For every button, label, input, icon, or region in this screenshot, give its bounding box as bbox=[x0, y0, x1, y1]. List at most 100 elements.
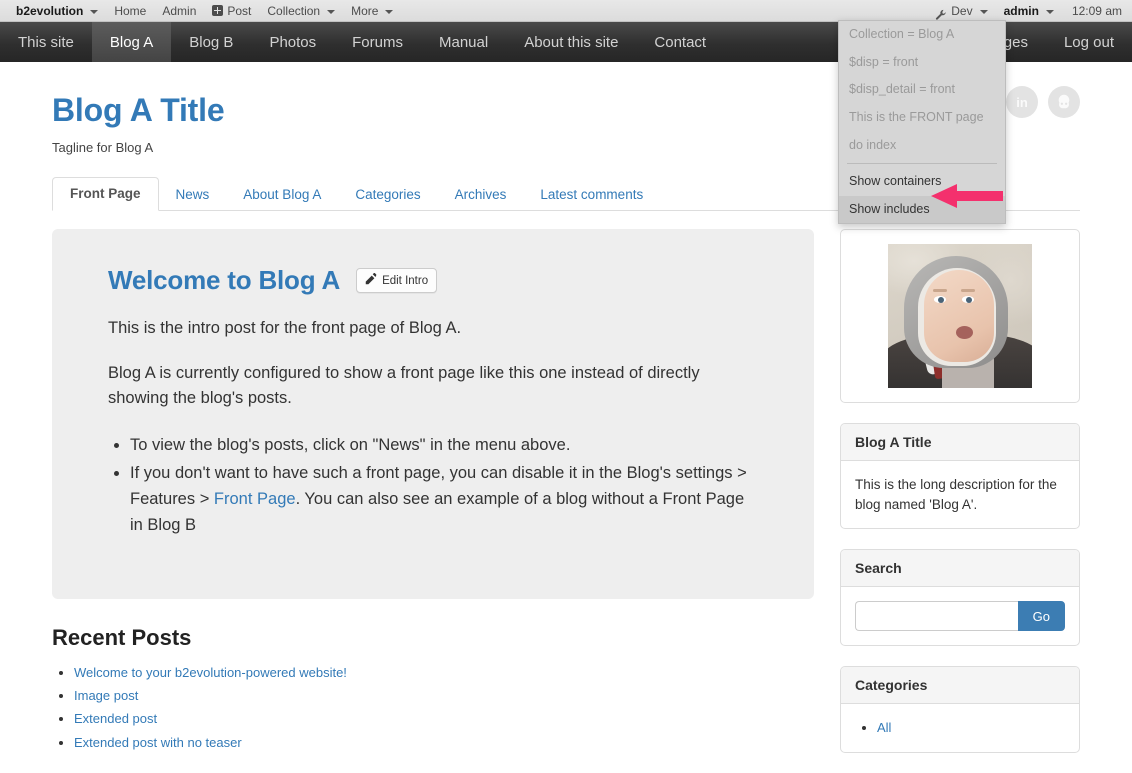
widget-categories: Categories All bbox=[840, 666, 1080, 754]
list-item: To view the blog's posts, click on "News… bbox=[130, 432, 758, 458]
nav-item-contact[interactable]: Contact bbox=[636, 22, 724, 62]
recent-post-link-4[interactable]: Extended post with no teaser bbox=[74, 735, 242, 750]
nav-item-this-site-label: This site bbox=[18, 33, 74, 51]
evobar-item-dev[interactable]: Dev bbox=[927, 0, 995, 22]
tab-archives-label: Archives bbox=[454, 186, 507, 202]
sidebar: Blog A Title This is the long descriptio… bbox=[840, 229, 1080, 773]
widget-description-title: Blog A Title bbox=[841, 424, 1079, 461]
nav-item-this-site[interactable]: This site bbox=[0, 22, 92, 62]
search-row: Go bbox=[855, 601, 1065, 632]
tab-latest-comments-label: Latest comments bbox=[540, 186, 644, 202]
widget-description-text: This is the long description for the blo… bbox=[855, 477, 1057, 512]
evobar-item-collection[interactable]: Collection bbox=[259, 0, 343, 22]
tab-news[interactable]: News bbox=[159, 179, 227, 211]
search-go-button[interactable]: Go bbox=[1017, 601, 1065, 632]
content-columns: Welcome to Blog A Edit Intro This is the… bbox=[0, 229, 1132, 773]
evobar-item-home[interactable]: Home bbox=[106, 0, 154, 22]
nav-item-contact-label: Contact bbox=[654, 33, 707, 51]
nav-item-about-this-site[interactable]: About this site bbox=[506, 22, 636, 62]
widget-search-body: Go bbox=[841, 587, 1079, 645]
edit-intro-button[interactable]: Edit Intro bbox=[356, 268, 438, 293]
chevron-down-icon bbox=[327, 9, 336, 14]
front-page-link[interactable]: Front Page bbox=[214, 490, 296, 508]
tab-categories[interactable]: Categories bbox=[338, 179, 437, 211]
search-input[interactable] bbox=[855, 601, 1018, 632]
tab-front-page-label: Front Page bbox=[70, 185, 141, 201]
nav-item-manual-label: Manual bbox=[438, 33, 489, 51]
categories-list: All bbox=[855, 718, 1065, 738]
intro-bullet-list: To view the blog's posts, click on "News… bbox=[108, 432, 758, 538]
evobar-item-post[interactable]: Post bbox=[204, 0, 259, 22]
dropdown-info-collection: Collection = Blog A bbox=[849, 27, 955, 41]
recent-post-link-2[interactable]: Image post bbox=[74, 688, 138, 703]
intro-bullet-1: To view the blog's posts, click on "News… bbox=[130, 436, 571, 455]
evobar-item-more[interactable]: More bbox=[343, 0, 401, 22]
nav-item-log-out-label: Log out bbox=[1063, 33, 1114, 51]
nav-item-photos[interactable]: Photos bbox=[251, 22, 334, 62]
tab-about-blog-a[interactable]: About Blog A bbox=[226, 179, 338, 211]
nav-item-forums[interactable]: Forums bbox=[334, 22, 421, 62]
main-column: Welcome to Blog A Edit Intro This is the… bbox=[52, 229, 814, 773]
recent-posts-list: Welcome to your b2evolution-powered webs… bbox=[52, 661, 814, 754]
evobar-brand[interactable]: b2evolution bbox=[8, 0, 106, 22]
nav-item-blog-a-label: Blog A bbox=[109, 33, 154, 51]
linkedin-glyph: in bbox=[1016, 94, 1028, 110]
dropdown-divider bbox=[847, 163, 997, 165]
recent-post-link-3[interactable]: Extended post bbox=[74, 711, 157, 726]
chevron-down-icon bbox=[979, 9, 988, 14]
annotation-arrow-icon bbox=[931, 183, 1003, 214]
social-links: in bbox=[1006, 86, 1080, 118]
tab-categories-label: Categories bbox=[355, 186, 421, 202]
dropdown-info-disp: $disp = front bbox=[849, 54, 919, 69]
photo-face bbox=[924, 270, 994, 362]
photo-brow-left bbox=[933, 289, 947, 292]
nav-item-photos-label: Photos bbox=[269, 33, 317, 51]
tab-about-blog-a-label: About Blog A bbox=[243, 186, 322, 202]
list-item: Extended post with no teaser bbox=[74, 731, 814, 754]
intro-title: Welcome to Blog A bbox=[108, 265, 341, 295]
edit-pencil-icon bbox=[365, 272, 377, 288]
dropdown-info-front-page: This is the FRONT page bbox=[849, 109, 984, 124]
evobar-item-admin-label: Admin bbox=[162, 3, 197, 18]
widget-photo-body bbox=[841, 230, 1079, 402]
evobar-item-admin-user[interactable]: admin bbox=[996, 0, 1062, 22]
linkedin-icon[interactable]: in bbox=[1006, 86, 1038, 118]
widget-categories-body: All bbox=[841, 704, 1079, 752]
evobar-item-more-label: More bbox=[351, 3, 379, 18]
dropdown-info-do-index: do index bbox=[849, 137, 897, 152]
evobar-left-group: b2evolution Home Admin Post Collection M… bbox=[0, 0, 401, 22]
nav-item-log-out[interactable]: Log out bbox=[1046, 22, 1132, 62]
tab-archives[interactable]: Archives bbox=[438, 179, 524, 211]
nav-item-blog-a[interactable]: Blog A bbox=[91, 22, 172, 62]
wrench-icon bbox=[935, 6, 947, 20]
edit-intro-label: Edit Intro bbox=[382, 274, 429, 287]
tab-front-page[interactable]: Front Page bbox=[52, 176, 159, 211]
evobar-item-admin[interactable]: Admin bbox=[154, 0, 204, 22]
list-item: Welcome to your b2evolution-powered webs… bbox=[74, 661, 814, 684]
tab-news-label: News bbox=[175, 186, 210, 202]
plus-box-icon bbox=[212, 5, 224, 16]
intro-post: Welcome to Blog A Edit Intro This is the… bbox=[52, 229, 814, 599]
nav-item-manual[interactable]: Manual bbox=[421, 22, 506, 62]
evobar-item-admin-user-label: admin bbox=[1003, 3, 1039, 18]
chevron-down-icon bbox=[1045, 9, 1054, 14]
widget-description: Blog A Title This is the long descriptio… bbox=[840, 423, 1080, 530]
evobar-item-post-label: Post bbox=[227, 3, 252, 18]
intro-header: Welcome to Blog A Edit Intro bbox=[108, 265, 758, 296]
evobar-brand-label: b2evolution bbox=[16, 3, 84, 18]
recent-post-link-1[interactable]: Welcome to your b2evolution-powered webs… bbox=[74, 665, 347, 680]
widget-search-title: Search bbox=[841, 550, 1079, 588]
photo-eye-left bbox=[934, 296, 946, 303]
widget-search: Search Go bbox=[840, 549, 1080, 647]
evobar-item-collection-label: Collection bbox=[267, 3, 321, 18]
widget-categories-title: Categories bbox=[841, 667, 1079, 705]
dropdown-info-disp-detail: $disp_detail = front bbox=[849, 82, 955, 97]
nav-item-forums-label: Forums bbox=[352, 33, 403, 51]
category-link-all[interactable]: All bbox=[877, 720, 891, 735]
github-icon[interactable] bbox=[1048, 86, 1080, 118]
nav-item-blog-b[interactable]: Blog B bbox=[171, 22, 251, 62]
widget-photo bbox=[840, 229, 1080, 403]
nav-item-about-this-site-label: About this site bbox=[524, 33, 619, 51]
nav-item-blog-b-label: Blog B bbox=[189, 33, 234, 51]
tab-latest-comments[interactable]: Latest comments bbox=[523, 179, 660, 211]
